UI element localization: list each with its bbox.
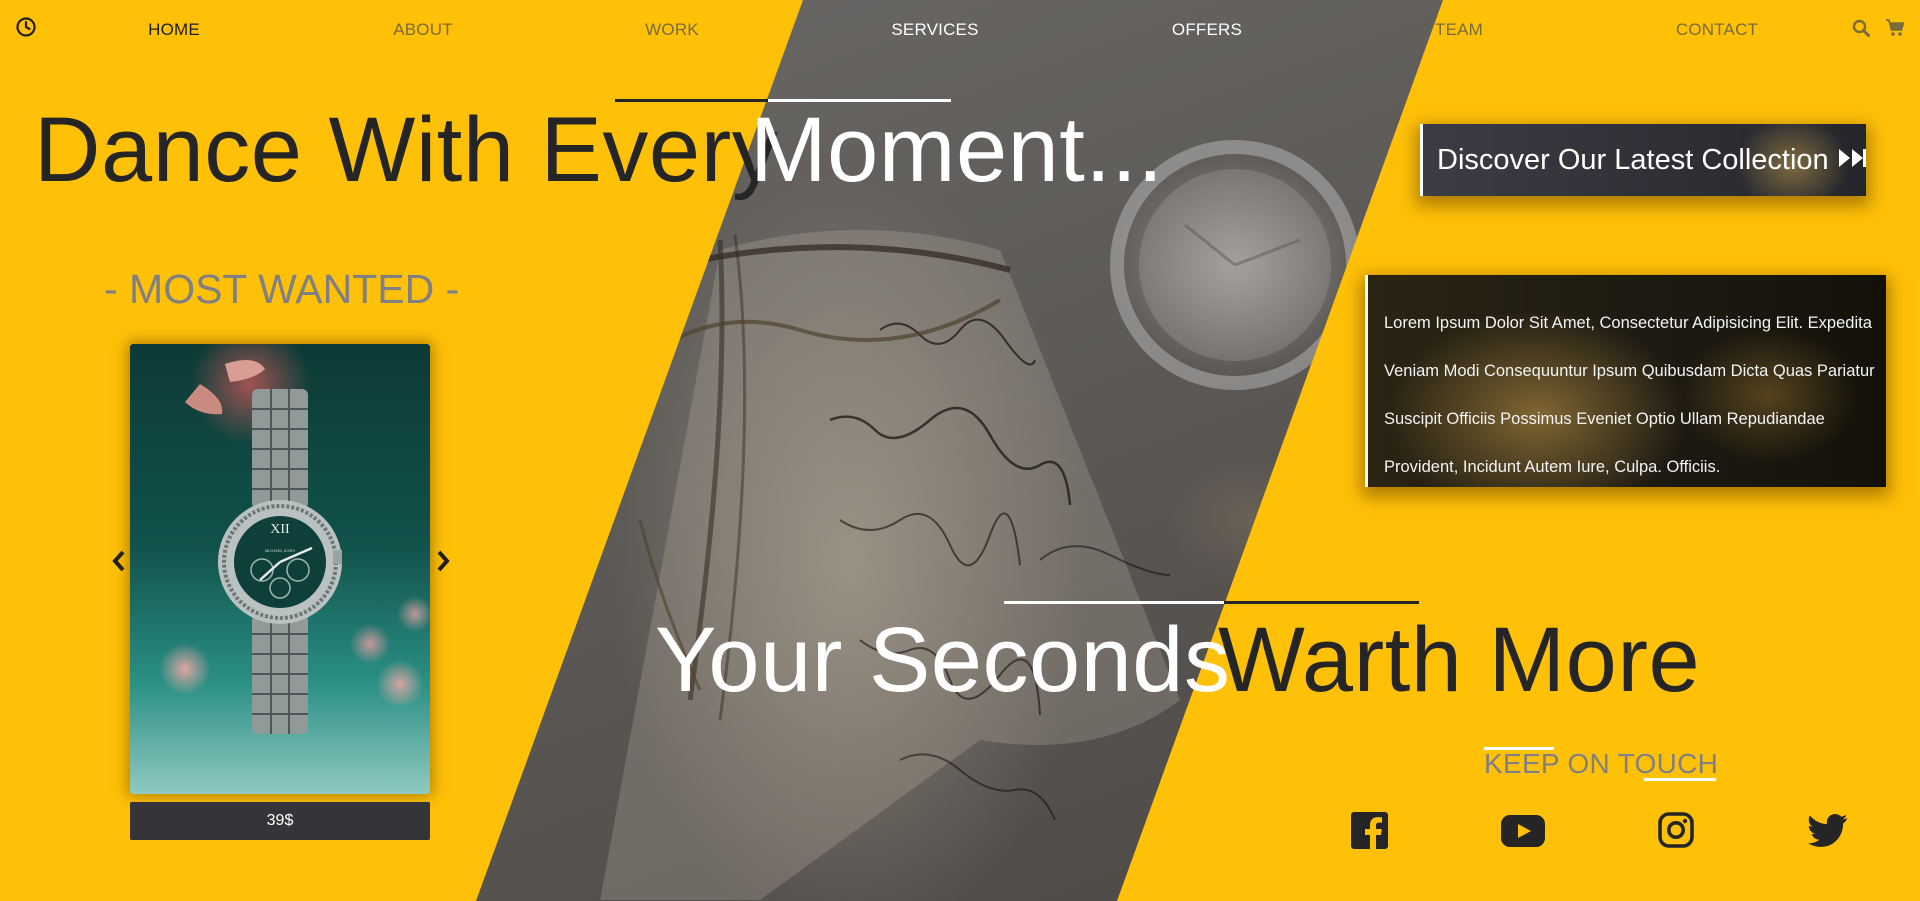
most-wanted-title: - MOST WANTED - [104,266,460,312]
tagline-rule-light [1004,601,1224,604]
facebook-icon[interactable] [1351,812,1388,854]
description-panel: Lorem Ipsum Dolor Sit Amet, Consectetur … [1365,275,1886,487]
tagline-rule-dark [1224,601,1419,604]
watch-brand-text: MICHAEL KORS [265,548,295,553]
carousel-prev-icon[interactable] [108,548,130,574]
nav-team[interactable]: TEAM [1435,20,1483,40]
search-icon[interactable] [1852,19,1870,42]
nav-home[interactable]: HOME [148,20,200,40]
top-navigation: HOME ABOUT WORK SERVICES OFFERS TEAM CON… [0,0,1920,56]
keep-rule-bottom [1644,778,1716,781]
nav-offers[interactable]: OFFERS [1172,20,1242,40]
hero-headline-dark: Dance With Every [34,99,779,201]
description-line: Provident, Incidunt Autem Iure, Culpa. O… [1384,458,1721,476]
nav-services[interactable]: SERVICES [891,20,978,40]
tagline-dark: Warth More [1218,609,1701,711]
product-price: 39$ [130,802,430,840]
product-card-image[interactable]: XII MICHAEL KORS [130,344,430,794]
fast-forward-icon [1837,144,1867,177]
cart-icon[interactable] [1885,18,1905,42]
youtube-icon[interactable] [1501,815,1545,852]
description-line: Lorem Ipsum Dolor Sit Amet, Consectetur … [1384,314,1872,332]
description-line: Veniam Modi Consequuntur Ipsum Quibusdam… [1384,362,1875,380]
svg-text:XII: XII [270,522,290,537]
hero-headline-light: Moment... [750,99,1164,201]
discover-collection-button[interactable]: Discover Our Latest Collection [1420,124,1866,196]
tagline-light: Your Seconds [655,609,1231,711]
description-line: Suscipit Officiis Possimus Eveniet Optio… [1384,410,1825,428]
clock-icon[interactable] [15,16,37,43]
nav-contact[interactable]: CONTACT [1676,20,1758,40]
discover-collection-label: Discover Our Latest Collection [1437,143,1829,176]
carousel-next-icon[interactable] [432,548,454,574]
nav-work[interactable]: WORK [645,20,699,40]
twitter-icon[interactable] [1808,814,1848,852]
keep-in-touch-title: KEEP ON TOUCH [1484,748,1719,779]
instagram-icon[interactable] [1658,812,1694,853]
nav-about[interactable]: ABOUT [393,20,453,40]
watch-illustration: XII MICHAEL KORS [185,360,342,734]
